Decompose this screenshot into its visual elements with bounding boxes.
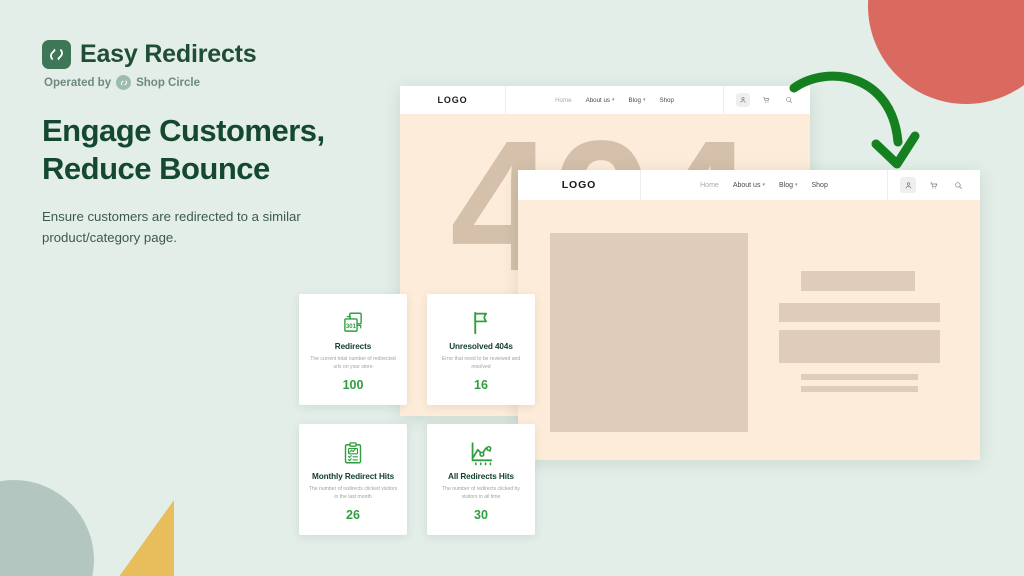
product-detail-placeholder-2 — [779, 330, 940, 363]
headline-line-2: Reduce Bounce — [42, 150, 270, 186]
shop-circle-logo-icon — [116, 75, 132, 90]
clipboard-chart-icon — [341, 437, 365, 468]
nav-item-home[interactable]: Home — [700, 182, 719, 189]
product-meta-placeholder-1 — [801, 374, 918, 380]
brand-name: Easy Redirects — [80, 40, 257, 68]
nav-item-label: Home — [555, 96, 572, 104]
nav-item-label: About us — [732, 181, 761, 189]
nav-item-home[interactable]: Home — [555, 97, 572, 104]
stat-card-value: 16 — [474, 378, 488, 393]
product-page-body — [518, 200, 980, 460]
nav-item-shop[interactable]: Shop — [659, 97, 673, 104]
store-logo-back[interactable]: LOGO — [400, 86, 506, 114]
nav-item-shop[interactable]: Shop — [812, 182, 828, 189]
operated-by-label: Operated by — [44, 76, 112, 89]
stat-card-monthly-redirect-hits[interactable]: Monthly Redirect Hits The number of redi… — [299, 424, 407, 535]
triangle-yellow-bottom-left — [118, 500, 174, 576]
headline-line-1: Engage Customers, — [42, 113, 325, 148]
stat-card-title: Redirects — [334, 342, 372, 351]
nav-item-label: Shop — [811, 181, 828, 189]
stat-card-redirects[interactable]: 301 Redirects The current total number o… — [299, 294, 407, 405]
curved-down-arrow-icon — [788, 66, 928, 181]
stat-card-title: Unresolved 404s — [449, 342, 513, 351]
stat-card-unresolved-404s[interactable]: Unresolved 404s Error that need to be re… — [427, 294, 535, 405]
product-image-placeholder — [550, 233, 748, 432]
product-title-placeholder — [801, 271, 915, 291]
account-icon[interactable] — [736, 93, 750, 107]
stat-card-description: The number of redirects clicked by visit… — [442, 486, 520, 500]
nav-links-back: Home About us ▾ Blog ▾ Shop — [506, 97, 723, 104]
hero-text-block: Easy Redirects Operated by Shop Circle E… — [42, 40, 372, 248]
line-chart-icon — [468, 437, 495, 468]
flag-icon — [469, 307, 494, 338]
easy-redirects-logo-icon — [42, 40, 71, 69]
product-page-window: LOGO Home About us ▾ Blog ▾ Shop — [518, 170, 980, 460]
hero-subcopy: Ensure customers are redirected to a sim… — [42, 208, 301, 245]
product-meta-placeholder-2 — [801, 386, 918, 392]
store-logo-front[interactable]: LOGO — [518, 170, 641, 200]
brand-lockup: Easy Redirects — [42, 40, 372, 69]
storefront-navbar-back: LOGO Home About us ▾ Blog ▾ Shop — [400, 86, 810, 115]
stat-card-all-redirects-hits[interactable]: All Redirects Hits The number of redirec… — [427, 424, 535, 535]
store-logo-text: LOGO — [561, 179, 597, 191]
product-detail-placeholder-1 — [779, 303, 940, 322]
stat-card-value: 26 — [346, 508, 360, 523]
stat-card-title: Monthly Redirect Hits — [311, 472, 395, 481]
nav-links-front: Home About us ▾ Blog ▾ Shop — [641, 182, 887, 189]
chevron-down-icon: ▾ — [612, 96, 615, 103]
circle-sage-bottom-left — [0, 480, 94, 576]
chevron-down-icon: ▾ — [762, 181, 765, 188]
operated-by-row: Operated by Shop Circle — [44, 75, 372, 90]
stat-card-description: The number of redirects clicked visitors… — [308, 486, 398, 500]
chevron-down-icon: ▾ — [794, 181, 798, 188]
stat-card-value: 100 — [342, 378, 364, 393]
operated-by-company: Shop Circle — [136, 76, 201, 89]
redirect-pages-301-icon: 301 — [340, 307, 366, 338]
nav-item-label: Shop — [659, 96, 674, 104]
nav-item-about-us[interactable]: About us ▾ — [733, 182, 765, 189]
svg-text:301: 301 — [346, 323, 357, 329]
stat-cards-grid: 301 Redirects The current total number o… — [299, 294, 535, 535]
nav-item-label: Home — [700, 181, 719, 189]
promo-banner: Easy Redirects Operated by Shop Circle E… — [0, 0, 1024, 576]
search-icon[interactable] — [950, 177, 966, 193]
stat-card-value: 30 — [474, 508, 488, 523]
stat-card-description: The current total number of redirected u… — [310, 356, 396, 370]
cart-icon[interactable] — [759, 93, 773, 107]
store-logo-text: LOGO — [437, 95, 468, 105]
page-title: Engage Customers, Reduce Bounce — [42, 112, 372, 188]
nav-item-about-us[interactable]: About us ▾ — [586, 97, 615, 104]
nav-item-label: Blog — [778, 181, 793, 189]
chevron-down-icon: ▾ — [642, 96, 646, 103]
nav-item-label: Blog — [628, 96, 641, 104]
stat-card-title: All Redirects Hits — [448, 472, 514, 481]
nav-item-blog[interactable]: Blog ▾ — [629, 97, 646, 104]
nav-item-label: About us — [585, 96, 611, 104]
stat-card-description: Error that need to be reviewed and resol… — [441, 356, 521, 370]
nav-item-blog[interactable]: Blog ▾ — [779, 182, 798, 189]
